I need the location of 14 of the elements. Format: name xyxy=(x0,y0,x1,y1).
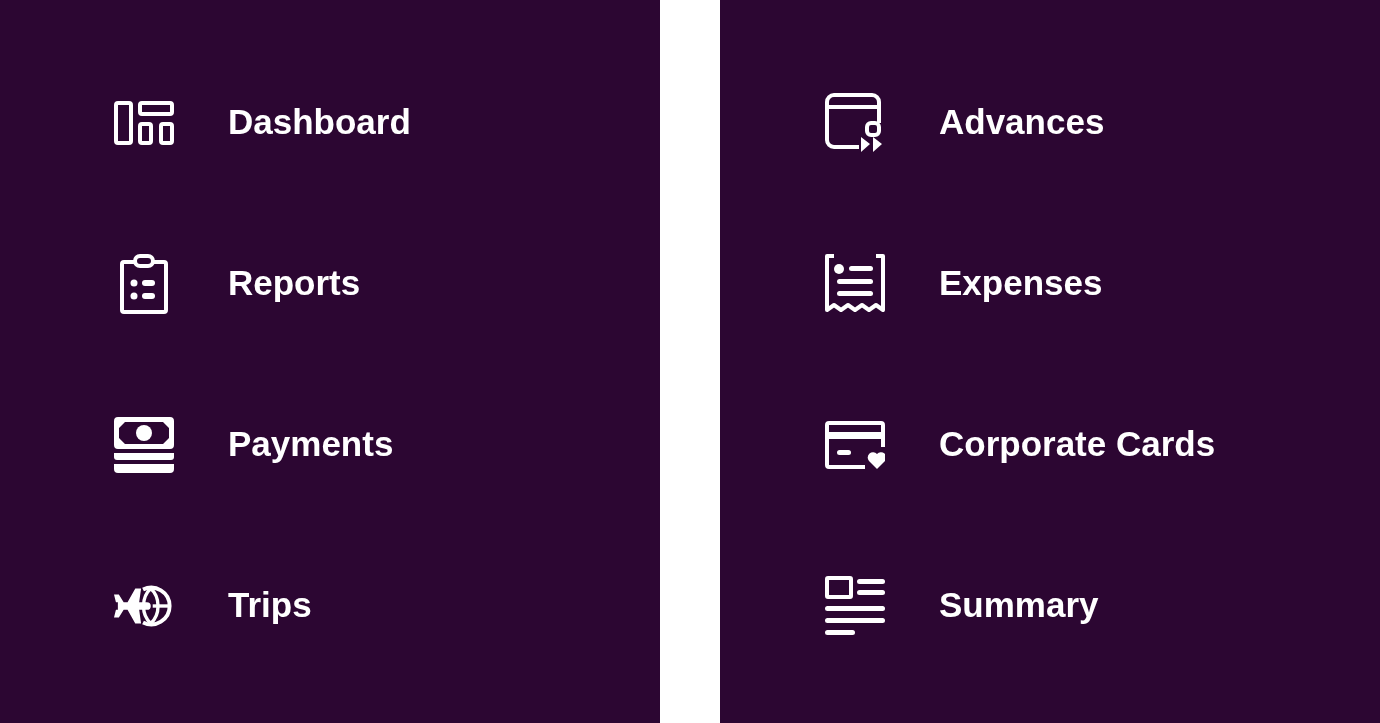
nav-item[interactable]: Reports xyxy=(114,253,361,314)
banknote-stack-icon xyxy=(114,416,174,473)
nav-item[interactable]: Trips xyxy=(114,579,312,632)
article-layout-icon xyxy=(825,575,885,636)
credit-card-heart-icon xyxy=(825,420,885,469)
nav-item[interactable]: Summary xyxy=(825,575,1099,636)
receipt-icon xyxy=(825,253,885,314)
nav-item[interactable]: Dashboard xyxy=(114,96,411,149)
layout-grid-icon xyxy=(114,100,174,145)
nav-item[interactable]: Payments xyxy=(114,416,394,473)
nav-item[interactable]: Advances xyxy=(825,92,1105,153)
clipboard-icon xyxy=(120,253,168,314)
nav-item[interactable]: Expenses xyxy=(825,253,1103,314)
nav-item[interactable]: Corporate Cards xyxy=(825,418,1216,471)
